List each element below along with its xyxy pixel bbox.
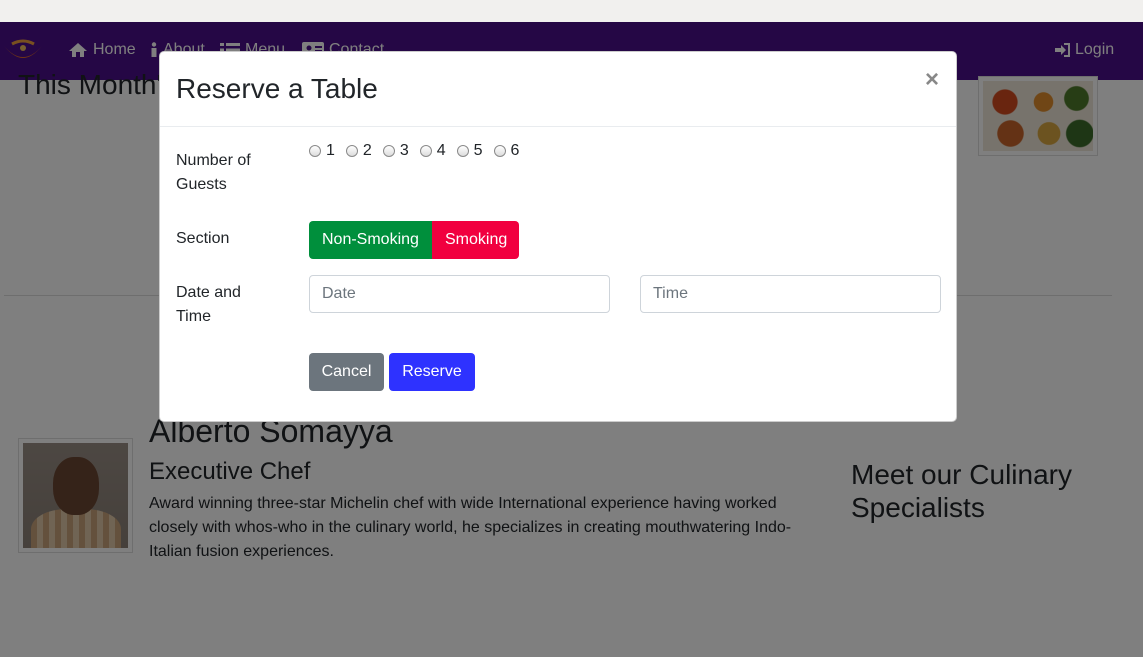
reserve-table-modal: Reserve a Table × Number of Guests 1 2 3… [159, 51, 957, 422]
modal-header: Reserve a Table × [160, 52, 956, 127]
guest-option-1[interactable]: 1 [309, 142, 335, 160]
guest-option-4[interactable]: 4 [419, 142, 446, 160]
guest-option-label: 5 [473, 142, 483, 159]
radio-button[interactable] [345, 145, 358, 157]
section-toggle-group: Non-Smoking Smoking [309, 221, 519, 259]
radio-button[interactable] [309, 145, 321, 157]
guest-option-6[interactable]: 6 [493, 142, 520, 160]
guests-label: Number of Guests [176, 152, 251, 193]
section-label: Section [176, 230, 230, 247]
guest-option-label: 3 [399, 142, 409, 159]
modal-title: Reserve a Table [176, 73, 378, 104]
guest-option-3[interactable]: 3 [382, 142, 409, 160]
guest-option-label: 2 [362, 142, 372, 159]
guest-option-label: 6 [510, 142, 520, 159]
time-input[interactable]: Time [640, 275, 941, 313]
date-input[interactable]: Date [309, 275, 610, 313]
reserve-button[interactable]: Reserve [389, 353, 475, 391]
close-button[interactable]: × [922, 66, 942, 94]
smoking-button[interactable]: Smoking [432, 221, 519, 259]
guests-radio-group: 1 2 3 4 5 6 [309, 142, 519, 160]
guest-option-2[interactable]: 2 [345, 142, 372, 160]
guest-option-label: 1 [326, 142, 335, 159]
non-smoking-button[interactable]: Non-Smoking [309, 221, 432, 259]
guest-option-5[interactable]: 5 [456, 142, 483, 160]
radio-button[interactable] [493, 145, 506, 157]
radio-button[interactable] [382, 145, 395, 157]
cancel-button[interactable]: Cancel [309, 353, 384, 391]
guest-option-label: 4 [436, 142, 446, 159]
datetime-label: Date and Time [176, 284, 241, 325]
radio-button[interactable] [419, 145, 432, 157]
radio-button[interactable] [456, 145, 469, 157]
browser-top-strip [0, 0, 1143, 22]
